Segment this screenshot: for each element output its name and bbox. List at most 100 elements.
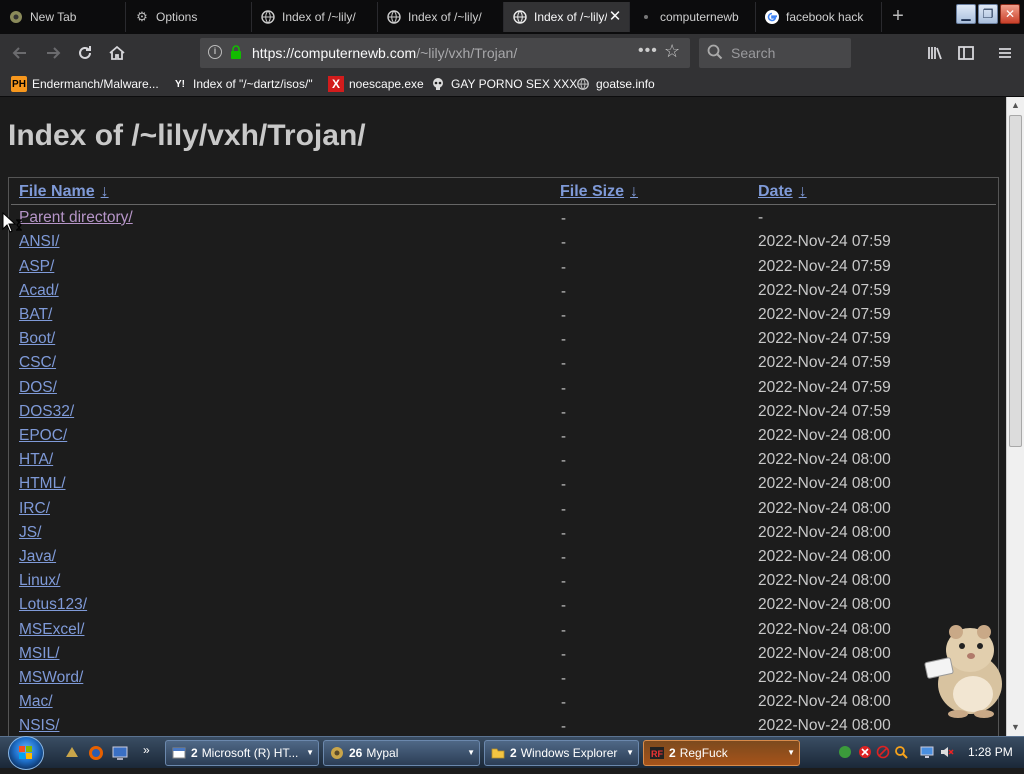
directory-link[interactable]: Lotus123/ [19, 596, 87, 614]
file-size: - [561, 622, 566, 639]
bookmark-dartz-isos[interactable]: Y! Index of "/~dartz/isos/" [172, 75, 313, 93]
bookmark-star-icon[interactable]: ☆ [664, 41, 680, 62]
scrollbar-thumb[interactable] [1009, 115, 1022, 447]
directory-link[interactable]: Acad/ [19, 282, 59, 300]
table-row: Boot/ - 2022-Nov-24 07:59 [9, 327, 998, 351]
menu-button[interactable] [992, 40, 1018, 66]
bookmark-gay-porno[interactable]: GAY PORNO SEX XXX [430, 75, 577, 93]
parent-directory-link[interactable]: Parent directory/ [19, 209, 133, 227]
system-clock[interactable]: 1:28 PM [968, 745, 1013, 759]
busy-cursor-icon [2, 212, 22, 233]
quicklaunch-monitor-icon[interactable] [112, 745, 128, 761]
file-date: 2022-Nov-24 08:00 [758, 548, 891, 565]
bookmark-goatse[interactable]: goatse.info [575, 75, 655, 93]
close-window-button[interactable]: ✕ [1000, 4, 1020, 24]
directory-link[interactable]: HTML/ [19, 475, 66, 493]
header-divider [11, 204, 996, 205]
column-header-file-size[interactable]: File Size ↓ [560, 183, 638, 201]
directory-link[interactable]: Mac/ [19, 693, 53, 711]
navigation-toolbar: i https://computernewb.com/~lily/vxh/Tro… [0, 34, 1024, 72]
tab-label: Index of /~lily/ [282, 10, 356, 24]
file-date: 2022-Nov-24 08:00 [758, 717, 891, 734]
tab-computernewb[interactable]: computernewb [630, 2, 756, 32]
maximize-button[interactable]: ❐ [978, 4, 998, 24]
file-date: 2022-Nov-24 08:00 [758, 524, 891, 541]
column-header-file-name[interactable]: File Name ↓ [19, 183, 109, 201]
directory-link[interactable]: EPOC/ [19, 427, 67, 445]
directory-link[interactable]: NSIS/ [19, 717, 59, 735]
bookmark-endermanch[interactable]: PH Endermanch/Malware... [11, 75, 159, 93]
page-actions-icon[interactable]: ••• [638, 42, 658, 60]
volume-muted-tray-icon[interactable] [940, 745, 954, 759]
directory-link[interactable]: BAT/ [19, 306, 52, 324]
sidebar-toggle-button[interactable] [953, 40, 979, 66]
directory-link[interactable]: CSC/ [19, 354, 56, 372]
search-input[interactable] [731, 44, 843, 62]
directory-link[interactable]: MSExcel/ [19, 621, 84, 639]
file-size: - [561, 694, 566, 711]
forward-button[interactable] [40, 40, 66, 66]
lock-icon[interactable] [230, 45, 242, 59]
quicklaunch-overflow-icon[interactable]: » [143, 743, 150, 757]
file-size: - [561, 501, 566, 518]
quicklaunch-firefox-icon[interactable] [88, 745, 104, 761]
directory-link[interactable]: Boot/ [19, 330, 55, 348]
windows-logo-icon [19, 746, 32, 759]
start-button[interactable] [8, 736, 44, 770]
network-tray-icon[interactable] [838, 745, 852, 759]
directory-link[interactable]: DOS32/ [19, 403, 74, 421]
info-icon[interactable]: i [208, 45, 222, 59]
library-button[interactable] [922, 40, 948, 66]
table-row: ASP/ - 2022-Nov-24 07:59 [9, 255, 998, 279]
home-button[interactable] [104, 40, 130, 66]
header-label: Date [758, 183, 793, 200]
bookmark-label: Index of "/~dartz/isos/" [193, 77, 313, 91]
url-bar[interactable]: i https://computernewb.com/~lily/vxh/Tro… [200, 38, 690, 68]
quicklaunch-app-icon[interactable] [64, 745, 80, 761]
column-header-date[interactable]: Date ↓ [758, 183, 807, 201]
tab-facebook-hack[interactable]: facebook hack [756, 2, 882, 32]
minimize-button[interactable]: ▁ [956, 4, 976, 24]
tab-index-lily-active[interactable]: Index of /~lily/ ✕ [504, 2, 630, 32]
directory-link[interactable]: ANSI/ [19, 233, 59, 251]
dropdown-arrow-icon: ▼ [787, 748, 795, 757]
directory-link[interactable]: Java/ [19, 548, 56, 566]
home-icon [109, 45, 125, 60]
taskbar-button-regfuck[interactable]: RF 2 RegFuck ▼ [643, 740, 800, 766]
directory-link[interactable]: HTA/ [19, 451, 53, 469]
blocked-tray-icon[interactable] [876, 745, 890, 759]
file-size: - [561, 307, 566, 324]
taskbar-button-windows-explorer[interactable]: 2 Windows Explorer ▼ [484, 740, 639, 766]
file-date: 2022-Nov-24 08:00 [758, 693, 891, 710]
search-tray-icon[interactable] [894, 745, 908, 759]
vertical-scrollbar[interactable]: ▲ ▼ [1006, 97, 1024, 736]
tab-new-tab[interactable]: New Tab [0, 2, 126, 32]
bookmark-noescape[interactable]: X noescape.exe [328, 75, 424, 93]
table-row: Lotus123/ - 2022-Nov-24 08:00 [9, 593, 998, 617]
tab-index-lily-1[interactable]: Index of /~lily/ [252, 2, 378, 32]
red-x-icon: X [328, 76, 344, 92]
directory-link[interactable]: JS/ [19, 524, 41, 542]
display-tray-icon[interactable] [920, 745, 934, 759]
security-warning-tray-icon[interactable] [858, 745, 872, 759]
tab-options[interactable]: ⚙ Options [126, 2, 252, 32]
directory-link[interactable]: MSWord/ [19, 669, 83, 687]
tab-index-lily-2[interactable]: Index of /~lily/ [378, 2, 504, 32]
back-button[interactable] [7, 40, 33, 66]
skull-icon [430, 76, 446, 92]
taskbar-button-mypal[interactable]: 26 Mypal ▼ [323, 740, 480, 766]
file-date: 2022-Nov-24 08:00 [758, 621, 891, 638]
scroll-down-arrow-icon[interactable]: ▼ [1007, 719, 1024, 736]
directory-link[interactable]: MSIL/ [19, 645, 59, 663]
reload-button[interactable] [72, 40, 98, 66]
scroll-up-arrow-icon[interactable]: ▲ [1007, 97, 1024, 114]
directory-link[interactable]: ASP/ [19, 258, 54, 276]
directory-link[interactable]: DOS/ [19, 379, 57, 397]
taskbar-button-microsoft-hta[interactable]: 2 Microsoft (R) HT... ▼ [165, 740, 319, 766]
header-label: File Size [560, 183, 625, 200]
directory-link[interactable]: IRC/ [19, 500, 50, 518]
directory-link[interactable]: Linux/ [19, 572, 60, 590]
file-size: - [561, 670, 566, 687]
close-tab-icon[interactable]: ✕ [607, 9, 623, 25]
new-tab-button[interactable]: + [886, 4, 910, 28]
